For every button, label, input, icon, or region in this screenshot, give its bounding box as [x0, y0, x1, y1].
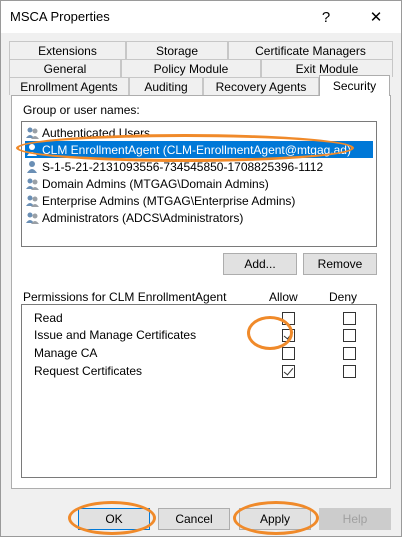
deny-column-header: Deny	[329, 290, 358, 304]
apply-button[interactable]: Apply	[239, 508, 311, 530]
tab-extensions[interactable]: Extensions	[9, 41, 126, 59]
allow-checkbox-read[interactable]	[282, 312, 295, 325]
user-group-icon	[25, 211, 39, 225]
permissions-list: Read Issue and Manage Certificates Manag…	[21, 304, 377, 478]
user-icon	[25, 160, 39, 174]
user-group-icon	[25, 177, 39, 191]
tab-security[interactable]: Security	[319, 75, 390, 96]
user-name: Administrators (ADCS\Administrators)	[42, 210, 244, 225]
list-item[interactable]: S-1-5-21-2131093556-734545850-1708825396…	[25, 158, 373, 175]
window-title: MSCA Properties	[10, 9, 110, 24]
deny-checkbox-issue-manage[interactable]	[343, 329, 356, 342]
allow-checkbox-manage-ca[interactable]	[282, 347, 295, 360]
list-item[interactable]: Administrators (ADCS\Administrators)	[25, 209, 373, 226]
permission-row-read: Read	[34, 310, 364, 327]
tab-policy-module[interactable]: Policy Module	[121, 59, 261, 77]
permission-name: Issue and Manage Certificates	[34, 328, 197, 342]
permission-name: Manage CA	[34, 346, 98, 360]
help-icon[interactable]: ?	[303, 1, 349, 33]
ok-button[interactable]: OK	[78, 508, 150, 530]
allow-checkbox-request-certs[interactable]	[282, 365, 295, 378]
permission-name: Request Certificates	[34, 364, 143, 378]
tab-certificate-managers[interactable]: Certificate Managers	[228, 41, 393, 59]
remove-button[interactable]: Remove	[303, 253, 377, 275]
deny-checkbox-read[interactable]	[343, 312, 356, 325]
cancel-button[interactable]: Cancel	[158, 508, 230, 530]
deny-checkbox-request-certs[interactable]	[343, 365, 356, 378]
tab-general[interactable]: General	[9, 59, 121, 77]
permission-row-issue-manage: Issue and Manage Certificates	[34, 327, 364, 344]
properties-dialog: MSCA Properties ? ✕ Extensions Storage C…	[0, 0, 402, 537]
tab-auditing[interactable]: Auditing	[129, 77, 203, 95]
permission-name: Read	[34, 311, 63, 325]
close-icon[interactable]: ✕	[353, 1, 399, 33]
allow-checkbox-issue-manage[interactable]	[282, 329, 295, 342]
user-name: Authenticated Users	[42, 125, 151, 140]
user-name: Domain Admins (MTGAG\Domain Admins)	[42, 176, 269, 191]
group-users-label: Group or user names:	[23, 103, 140, 117]
permission-row-request-certs: Request Certificates	[34, 363, 364, 380]
user-group-icon	[25, 194, 39, 208]
user-group-icon	[25, 126, 39, 140]
allow-column-header: Allow	[269, 290, 298, 304]
tab-storage[interactable]: Storage	[126, 41, 228, 59]
tab-recovery-agents[interactable]: Recovery Agents	[203, 77, 319, 95]
list-item-selected[interactable]: CLM EnrollmentAgent (CLM-EnrollmentAgent…	[25, 141, 373, 158]
permission-row-manage-ca: Manage CA	[34, 345, 364, 362]
user-icon	[25, 143, 39, 157]
list-item[interactable]: Authenticated Users	[25, 124, 373, 141]
user-name: CLM EnrollmentAgent (CLM-EnrollmentAgent…	[42, 142, 351, 157]
help-button[interactable]: Help	[319, 508, 391, 530]
deny-checkbox-manage-ca[interactable]	[343, 347, 356, 360]
list-item[interactable]: Domain Admins (MTGAG\Domain Admins)	[25, 175, 373, 192]
tab-enrollment-agents[interactable]: Enrollment Agents	[9, 77, 129, 95]
list-item[interactable]: Enterprise Admins (MTGAG\Enterprise Admi…	[25, 192, 373, 209]
permissions-label: Permissions for CLM EnrollmentAgent	[23, 290, 227, 304]
user-name: S-1-5-21-2131093556-734545850-1708825396…	[42, 159, 324, 174]
users-listbox[interactable]: Authenticated Users CLM EnrollmentAgent …	[21, 121, 377, 247]
title-bar: MSCA Properties ? ✕	[1, 1, 401, 33]
add-button[interactable]: Add...	[223, 253, 297, 275]
user-name: Enterprise Admins (MTGAG\Enterprise Admi…	[42, 193, 296, 208]
